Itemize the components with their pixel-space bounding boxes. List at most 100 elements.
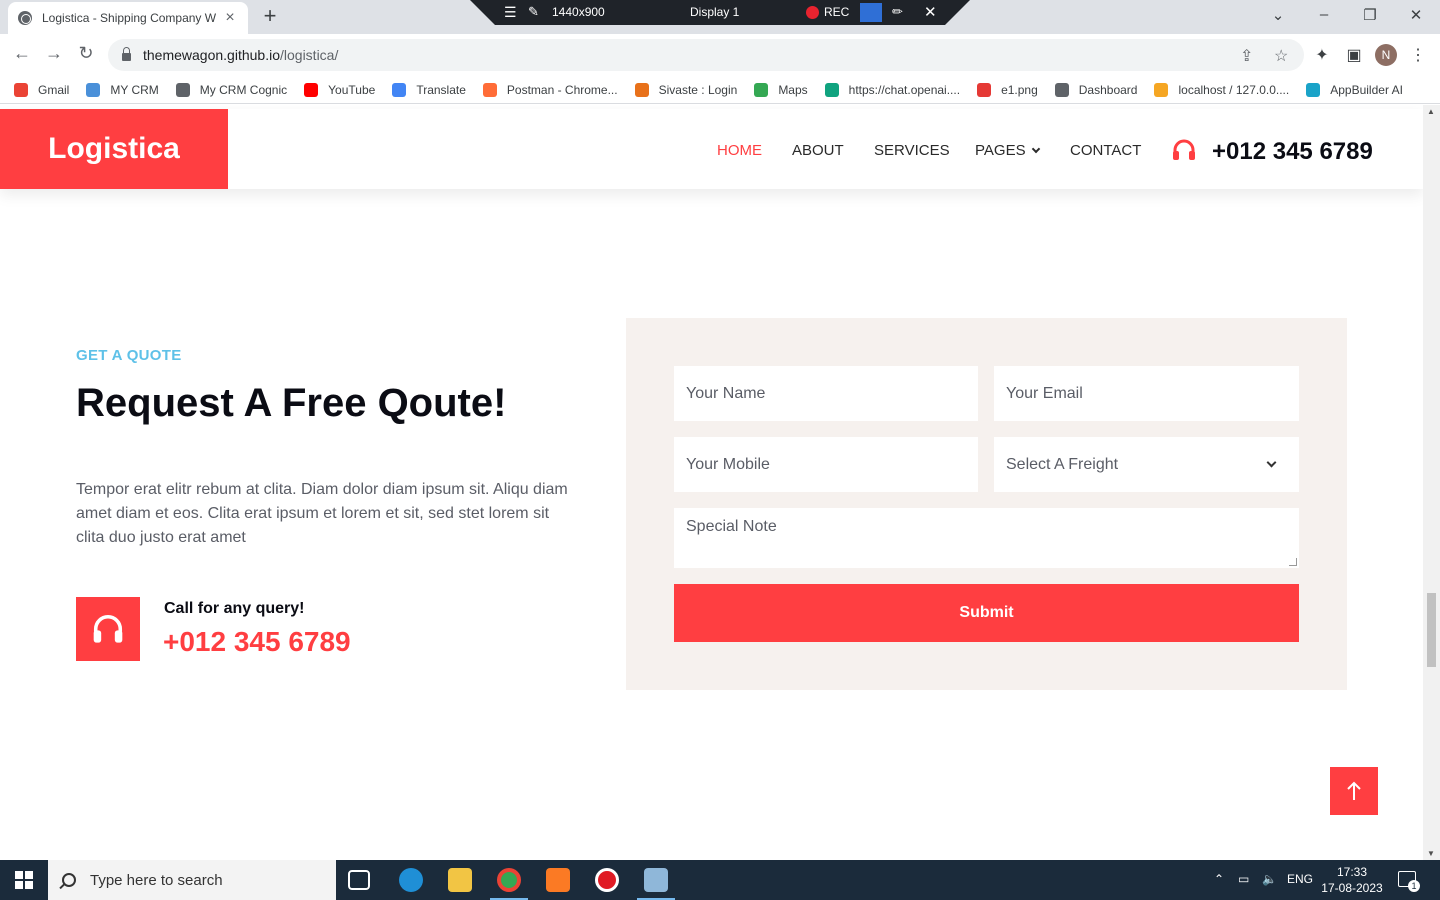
brand-logo[interactable]: Logistica xyxy=(0,109,228,189)
more-menu-icon[interactable]: ⋮ xyxy=(1408,45,1428,65)
recorder-close-icon[interactable]: ✕ xyxy=(924,3,937,21)
bookmark-favicon-icon xyxy=(754,82,769,97)
search-icon xyxy=(62,873,76,887)
section-eyebrow: GET A QUOTE xyxy=(76,347,182,364)
call-phone-number[interactable]: +012 345 6789 xyxy=(163,626,351,658)
bookmark-label: Dashboard xyxy=(1078,82,1138,97)
globe-icon xyxy=(18,11,32,25)
bookmark-favicon-icon xyxy=(86,82,101,97)
windows-taskbar: Type here to search ⌃ ▭ 🔈 ENG 17:33 17-0… xyxy=(0,860,1440,900)
windows-start-icon[interactable] xyxy=(15,871,33,889)
bookmark-favicon-icon xyxy=(1154,82,1169,97)
bookmark-item[interactable]: Postman - Chrome... xyxy=(482,82,618,97)
nav-pages-label: PAGES xyxy=(975,142,1026,159)
address-bar[interactable]: themewagon.github.io/logistica/ ⇪ ☆ xyxy=(108,39,1304,71)
tab-search-icon[interactable]: ⌄ xyxy=(1268,6,1288,24)
taskbar-search-placeholder: Type here to search xyxy=(90,871,223,889)
hamburger-menu-icon[interactable]: ☰ xyxy=(504,4,517,21)
taskbar-search[interactable]: Type here to search xyxy=(48,860,336,900)
chevron-down-icon xyxy=(1031,144,1040,154)
bookmark-item[interactable]: Gmail xyxy=(14,82,70,97)
bookmark-item[interactable]: Sivaste : Login xyxy=(634,82,738,97)
volume-icon[interactable]: 🔈 xyxy=(1262,872,1277,886)
nav-home[interactable]: HOME xyxy=(717,142,762,159)
special-note-textarea[interactable] xyxy=(674,508,1299,568)
pin-icon[interactable]: ✎ xyxy=(528,4,539,20)
bookmark-item[interactable]: Maps xyxy=(754,82,808,97)
record-dot-icon xyxy=(806,6,819,19)
tab-close-icon[interactable]: × xyxy=(222,9,238,27)
edge-browser-icon[interactable] xyxy=(399,868,423,892)
notification-count-badge: 1 xyxy=(1408,880,1420,892)
name-input[interactable] xyxy=(674,366,978,421)
camera-icon[interactable] xyxy=(860,3,882,22)
bookmark-favicon-icon xyxy=(1054,82,1069,97)
mobile-input[interactable] xyxy=(674,437,978,492)
tray-overflow-icon[interactable]: ⌃ xyxy=(1214,872,1224,886)
pen-icon[interactable]: ✏ xyxy=(892,4,903,20)
bookmark-item[interactable]: https://chat.openai.... xyxy=(824,82,960,97)
nav-phone-number[interactable]: +012 345 6789 xyxy=(1212,138,1373,166)
nav-contact[interactable]: CONTACT xyxy=(1070,142,1141,159)
bookmark-label: Gmail xyxy=(38,82,70,97)
new-tab-button[interactable]: + xyxy=(258,5,282,29)
photos-app-icon[interactable] xyxy=(644,868,668,892)
clock-date: 17-08-2023 xyxy=(1321,881,1383,895)
url-text[interactable]: themewagon.github.io/logistica/ xyxy=(143,47,338,63)
bookmark-label: AppBuilder AI xyxy=(1330,82,1403,97)
back-arrow-icon[interactable]: ← xyxy=(10,43,34,64)
file-explorer-icon[interactable] xyxy=(448,868,472,892)
bookmark-item[interactable]: e1.png xyxy=(977,82,1038,97)
bookmark-label: Sivaste : Login xyxy=(658,82,738,97)
bookmark-item[interactable]: YouTube xyxy=(304,82,376,97)
network-icon[interactable]: ▭ xyxy=(1238,872,1249,886)
submit-button[interactable]: Submit xyxy=(674,584,1299,642)
extensions-puzzle-icon[interactable]: ✦ xyxy=(1312,45,1332,65)
freight-select-value: Select A Freight xyxy=(1006,455,1119,473)
window-close-icon[interactable]: ✕ xyxy=(1406,6,1426,24)
back-to-top-button[interactable] xyxy=(1330,767,1378,815)
bookmark-label: YouTube xyxy=(328,82,376,97)
share-icon[interactable]: ⇪ xyxy=(1240,46,1253,66)
bookmark-item[interactable]: localhost / 127.0.0.... xyxy=(1154,82,1289,97)
quote-form: Select A Freight Submit xyxy=(626,318,1347,690)
xampp-icon[interactable] xyxy=(546,868,570,892)
page-scrollbar[interactable]: ▲ ▼ xyxy=(1423,105,1440,860)
email-input[interactable] xyxy=(994,366,1299,421)
restore-icon[interactable]: ❐ xyxy=(1360,6,1380,24)
bookmark-item[interactable]: Translate xyxy=(392,82,466,97)
taskbar-clock[interactable]: 17:33 17-08-2023 xyxy=(1320,864,1384,896)
scroll-down-arrow-icon[interactable]: ▼ xyxy=(1427,849,1435,858)
scroll-thumb[interactable] xyxy=(1427,593,1436,667)
chrome-icon[interactable] xyxy=(497,868,521,892)
scroll-up-arrow-icon[interactable]: ▲ xyxy=(1427,107,1435,116)
bookmark-item[interactable]: AppBuilder AI xyxy=(1306,82,1403,97)
bookmark-favicon-icon xyxy=(977,82,992,97)
language-indicator[interactable]: ENG xyxy=(1287,872,1313,886)
screen-recorder-icon[interactable] xyxy=(595,868,619,892)
freight-select[interactable]: Select A Freight xyxy=(994,437,1299,492)
bookmark-item[interactable]: Dashboard xyxy=(1054,82,1138,97)
profile-avatar[interactable]: N xyxy=(1375,44,1397,66)
nav-services[interactable]: SERVICES xyxy=(874,142,950,159)
reload-icon[interactable]: ↻ xyxy=(74,43,98,64)
recorder-display[interactable]: Display 1 xyxy=(690,5,739,19)
nav-pages[interactable]: PAGES xyxy=(975,142,1040,159)
lock-icon[interactable] xyxy=(122,47,131,61)
bookmark-favicon-icon xyxy=(392,82,407,97)
nav-about[interactable]: ABOUT xyxy=(792,142,844,159)
record-button[interactable]: REC xyxy=(824,5,849,19)
bookmark-label: Postman - Chrome... xyxy=(506,82,618,97)
resize-handle-icon[interactable] xyxy=(1289,558,1297,566)
call-title: Call for any query! xyxy=(164,600,305,617)
bookmark-item[interactable]: MY CRM xyxy=(86,82,159,97)
bookmark-favicon-icon xyxy=(14,82,28,97)
task-view-icon[interactable] xyxy=(348,870,370,890)
bookmark-label: Maps xyxy=(778,82,808,97)
bookmark-star-icon[interactable]: ☆ xyxy=(1274,46,1288,66)
minimize-icon[interactable]: – xyxy=(1314,6,1334,23)
forward-arrow-icon[interactable]: → xyxy=(42,43,66,64)
bookmark-item[interactable]: My CRM Cognic xyxy=(175,82,287,97)
browser-tab[interactable]: Logistica - Shipping Company W × xyxy=(8,2,248,34)
side-panel-icon[interactable]: ▣ xyxy=(1344,45,1364,65)
